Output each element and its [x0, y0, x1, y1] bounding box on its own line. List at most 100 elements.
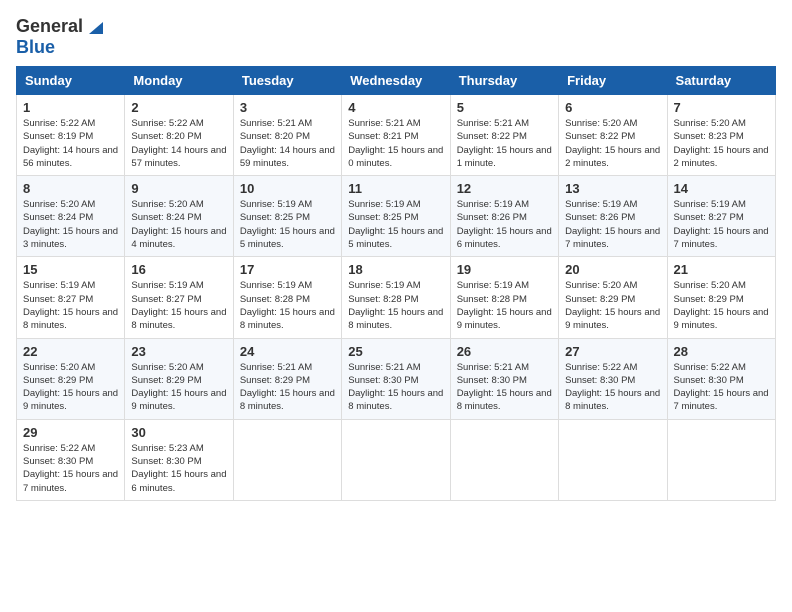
day-detail: Sunrise: 5:21 AMSunset: 8:20 PMDaylight:…	[240, 117, 335, 170]
calendar-cell: 11 Sunrise: 5:19 AMSunset: 8:25 PMDayligh…	[342, 176, 450, 257]
day-number: 17	[240, 262, 335, 277]
calendar-cell: 19 Sunrise: 5:19 AMSunset: 8:28 PMDayligh…	[450, 257, 558, 338]
calendar-cell: 20 Sunrise: 5:20 AMSunset: 8:29 PMDayligh…	[559, 257, 667, 338]
logo-general-text: General	[16, 16, 83, 37]
day-detail: Sunrise: 5:19 AMSunset: 8:26 PMDaylight:…	[457, 198, 552, 251]
logo-triangle-icon	[85, 18, 103, 36]
calendar-cell: 1 Sunrise: 5:22 AMSunset: 8:19 PMDaylight…	[17, 95, 125, 176]
calendar-cell: 24Sunrise: 5:21 AMSunset: 8:29 PMDayligh…	[233, 338, 341, 419]
calendar-cell: 30 Sunrise: 5:23 AMSunset: 8:30 PMDayligh…	[125, 419, 233, 500]
calendar-cell: 15 Sunrise: 5:19 AMSunset: 8:27 PMDayligh…	[17, 257, 125, 338]
calendar-cell: 13 Sunrise: 5:19 AMSunset: 8:26 PMDayligh…	[559, 176, 667, 257]
day-detail: Sunrise: 5:22 AMSunset: 8:19 PMDaylight:…	[23, 117, 118, 170]
day-detail: Sunrise: 5:22 AMSunset: 8:30 PMDaylight:…	[674, 361, 769, 414]
day-number: 20	[565, 262, 660, 277]
day-number: 25	[348, 344, 443, 359]
calendar-cell	[233, 419, 341, 500]
day-detail: Sunrise: 5:21 AMSunset: 8:22 PMDaylight:…	[457, 117, 552, 170]
calendar-cell: 2 Sunrise: 5:22 AMSunset: 8:20 PMDaylight…	[125, 95, 233, 176]
week-row-3: 15 Sunrise: 5:19 AMSunset: 8:27 PMDayligh…	[17, 257, 776, 338]
day-number: 8	[23, 181, 118, 196]
day-detail: Sunrise: 5:20 AMSunset: 8:24 PMDaylight:…	[131, 198, 226, 251]
calendar-cell: 8 Sunrise: 5:20 AMSunset: 8:24 PMDaylight…	[17, 176, 125, 257]
day-detail: Sunrise: 5:20 AMSunset: 8:29 PMDaylight:…	[23, 361, 118, 414]
day-number: 30	[131, 425, 226, 440]
day-detail: Sunrise: 5:22 AMSunset: 8:20 PMDaylight:…	[131, 117, 226, 170]
day-number: 11	[348, 181, 443, 196]
calendar-cell: 3 Sunrise: 5:21 AMSunset: 8:20 PMDaylight…	[233, 95, 341, 176]
dow-monday: Monday	[125, 67, 233, 95]
calendar-cell: 5 Sunrise: 5:21 AMSunset: 8:22 PMDaylight…	[450, 95, 558, 176]
calendar-cell	[450, 419, 558, 500]
calendar-cell: 17Sunrise: 5:19 AMSunset: 8:28 PMDayligh…	[233, 257, 341, 338]
dow-sunday: Sunday	[17, 67, 125, 95]
day-number: 13	[565, 181, 660, 196]
day-detail: Sunrise: 5:20 AMSunset: 8:29 PMDaylight:…	[565, 279, 660, 332]
day-detail: Sunrise: 5:19 AMSunset: 8:27 PMDaylight:…	[23, 279, 118, 332]
week-row-1: 1 Sunrise: 5:22 AMSunset: 8:19 PMDaylight…	[17, 95, 776, 176]
calendar-cell: 22 Sunrise: 5:20 AMSunset: 8:29 PMDayligh…	[17, 338, 125, 419]
day-number: 24	[240, 344, 335, 359]
calendar-cell: 10Sunrise: 5:19 AMSunset: 8:25 PMDayligh…	[233, 176, 341, 257]
calendar-cell: 23Sunrise: 5:20 AMSunset: 8:29 PMDayligh…	[125, 338, 233, 419]
calendar-body: 1 Sunrise: 5:22 AMSunset: 8:19 PMDaylight…	[17, 95, 776, 501]
calendar-cell	[667, 419, 775, 500]
day-detail: Sunrise: 5:23 AMSunset: 8:30 PMDaylight:…	[131, 442, 226, 495]
day-number: 4	[348, 100, 443, 115]
dow-wednesday: Wednesday	[342, 67, 450, 95]
day-number: 15	[23, 262, 118, 277]
calendar-cell: 4 Sunrise: 5:21 AMSunset: 8:21 PMDaylight…	[342, 95, 450, 176]
calendar-cell: 25 Sunrise: 5:21 AMSunset: 8:30 PMDayligh…	[342, 338, 450, 419]
day-number: 28	[674, 344, 769, 359]
week-row-4: 22 Sunrise: 5:20 AMSunset: 8:29 PMDayligh…	[17, 338, 776, 419]
logo-blue-text: Blue	[16, 37, 55, 58]
calendar-cell: 9 Sunrise: 5:20 AMSunset: 8:24 PMDaylight…	[125, 176, 233, 257]
calendar-cell: 14 Sunrise: 5:19 AMSunset: 8:27 PMDayligh…	[667, 176, 775, 257]
calendar-cell: 12 Sunrise: 5:19 AMSunset: 8:26 PMDayligh…	[450, 176, 558, 257]
day-detail: Sunrise: 5:20 AMSunset: 8:29 PMDaylight:…	[131, 361, 226, 414]
days-of-week-header: SundayMondayTuesdayWednesdayThursdayFrid…	[17, 67, 776, 95]
day-number: 2	[131, 100, 226, 115]
day-detail: Sunrise: 5:19 AMSunset: 8:28 PMDaylight:…	[348, 279, 443, 332]
day-number: 22	[23, 344, 118, 359]
logo: General Blue	[16, 16, 103, 58]
dow-tuesday: Tuesday	[233, 67, 341, 95]
calendar-cell: 21 Sunrise: 5:20 AMSunset: 8:29 PMDayligh…	[667, 257, 775, 338]
calendar-cell: 18Sunrise: 5:19 AMSunset: 8:28 PMDayligh…	[342, 257, 450, 338]
calendar-cell	[559, 419, 667, 500]
calendar-cell: 28 Sunrise: 5:22 AMSunset: 8:30 PMDayligh…	[667, 338, 775, 419]
day-detail: Sunrise: 5:20 AMSunset: 8:23 PMDaylight:…	[674, 117, 769, 170]
day-detail: Sunrise: 5:19 AMSunset: 8:25 PMDaylight:…	[348, 198, 443, 251]
day-detail: Sunrise: 5:21 AMSunset: 8:30 PMDaylight:…	[348, 361, 443, 414]
day-detail: Sunrise: 5:20 AMSunset: 8:24 PMDaylight:…	[23, 198, 118, 251]
day-number: 9	[131, 181, 226, 196]
day-number: 14	[674, 181, 769, 196]
day-detail: Sunrise: 5:19 AMSunset: 8:28 PMDaylight:…	[457, 279, 552, 332]
day-detail: Sunrise: 5:19 AMSunset: 8:26 PMDaylight:…	[565, 198, 660, 251]
day-number: 26	[457, 344, 552, 359]
calendar: SundayMondayTuesdayWednesdayThursdayFrid…	[16, 66, 776, 501]
day-number: 21	[674, 262, 769, 277]
calendar-cell	[342, 419, 450, 500]
calendar-cell: 27Sunrise: 5:22 AMSunset: 8:30 PMDayligh…	[559, 338, 667, 419]
dow-friday: Friday	[559, 67, 667, 95]
day-detail: Sunrise: 5:20 AMSunset: 8:22 PMDaylight:…	[565, 117, 660, 170]
day-number: 1	[23, 100, 118, 115]
day-number: 7	[674, 100, 769, 115]
day-number: 29	[23, 425, 118, 440]
calendar-cell: 7 Sunrise: 5:20 AMSunset: 8:23 PMDaylight…	[667, 95, 775, 176]
dow-thursday: Thursday	[450, 67, 558, 95]
day-detail: Sunrise: 5:22 AMSunset: 8:30 PMDaylight:…	[23, 442, 118, 495]
day-number: 19	[457, 262, 552, 277]
day-detail: Sunrise: 5:21 AMSunset: 8:21 PMDaylight:…	[348, 117, 443, 170]
week-row-2: 8 Sunrise: 5:20 AMSunset: 8:24 PMDaylight…	[17, 176, 776, 257]
day-number: 3	[240, 100, 335, 115]
day-detail: Sunrise: 5:19 AMSunset: 8:27 PMDaylight:…	[674, 198, 769, 251]
calendar-cell: 6Sunrise: 5:20 AMSunset: 8:22 PMDaylight…	[559, 95, 667, 176]
day-detail: Sunrise: 5:19 AMSunset: 8:27 PMDaylight:…	[131, 279, 226, 332]
day-number: 5	[457, 100, 552, 115]
day-number: 16	[131, 262, 226, 277]
day-detail: Sunrise: 5:20 AMSunset: 8:29 PMDaylight:…	[674, 279, 769, 332]
day-number: 12	[457, 181, 552, 196]
day-number: 27	[565, 344, 660, 359]
